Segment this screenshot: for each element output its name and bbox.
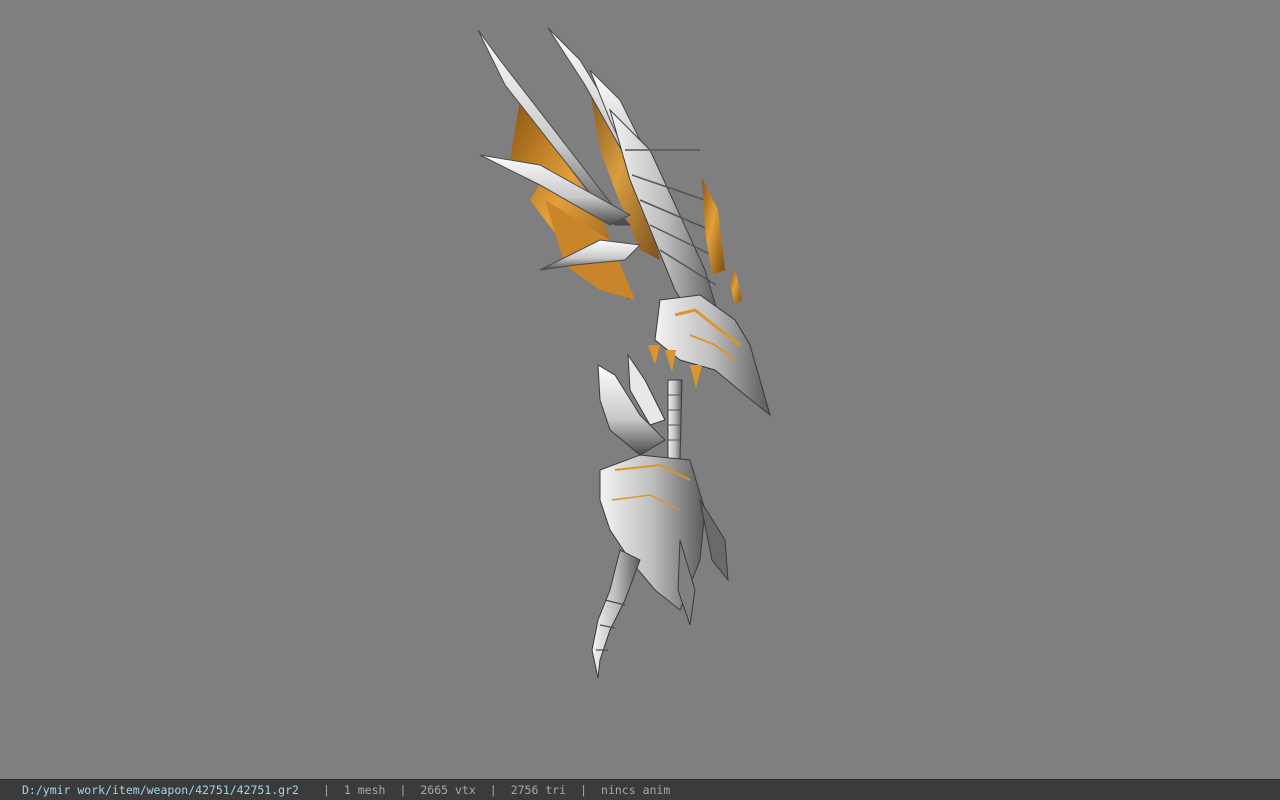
mesh-count: 1 mesh [343,783,386,797]
triangle-count: 2756 tri [510,783,567,797]
dragon-head [648,294,771,417]
separator: | [580,783,588,797]
animation-status: nincs anim [601,783,671,797]
file-path: D:/ymir work/item/weapon/42751/42751.gr2 [22,783,299,797]
3d-viewport[interactable] [0,0,1280,779]
separator: | [399,783,407,797]
weapon-model-render [477,27,771,679]
tail-blade [591,549,641,679]
shaft [667,379,683,461]
separator: | [489,783,497,797]
vertex-count: 2665 vtx [420,783,476,797]
status-bar: D:/ymir work/item/weapon/42751/42751.gr2… [0,779,1280,800]
separator: | [322,783,330,797]
